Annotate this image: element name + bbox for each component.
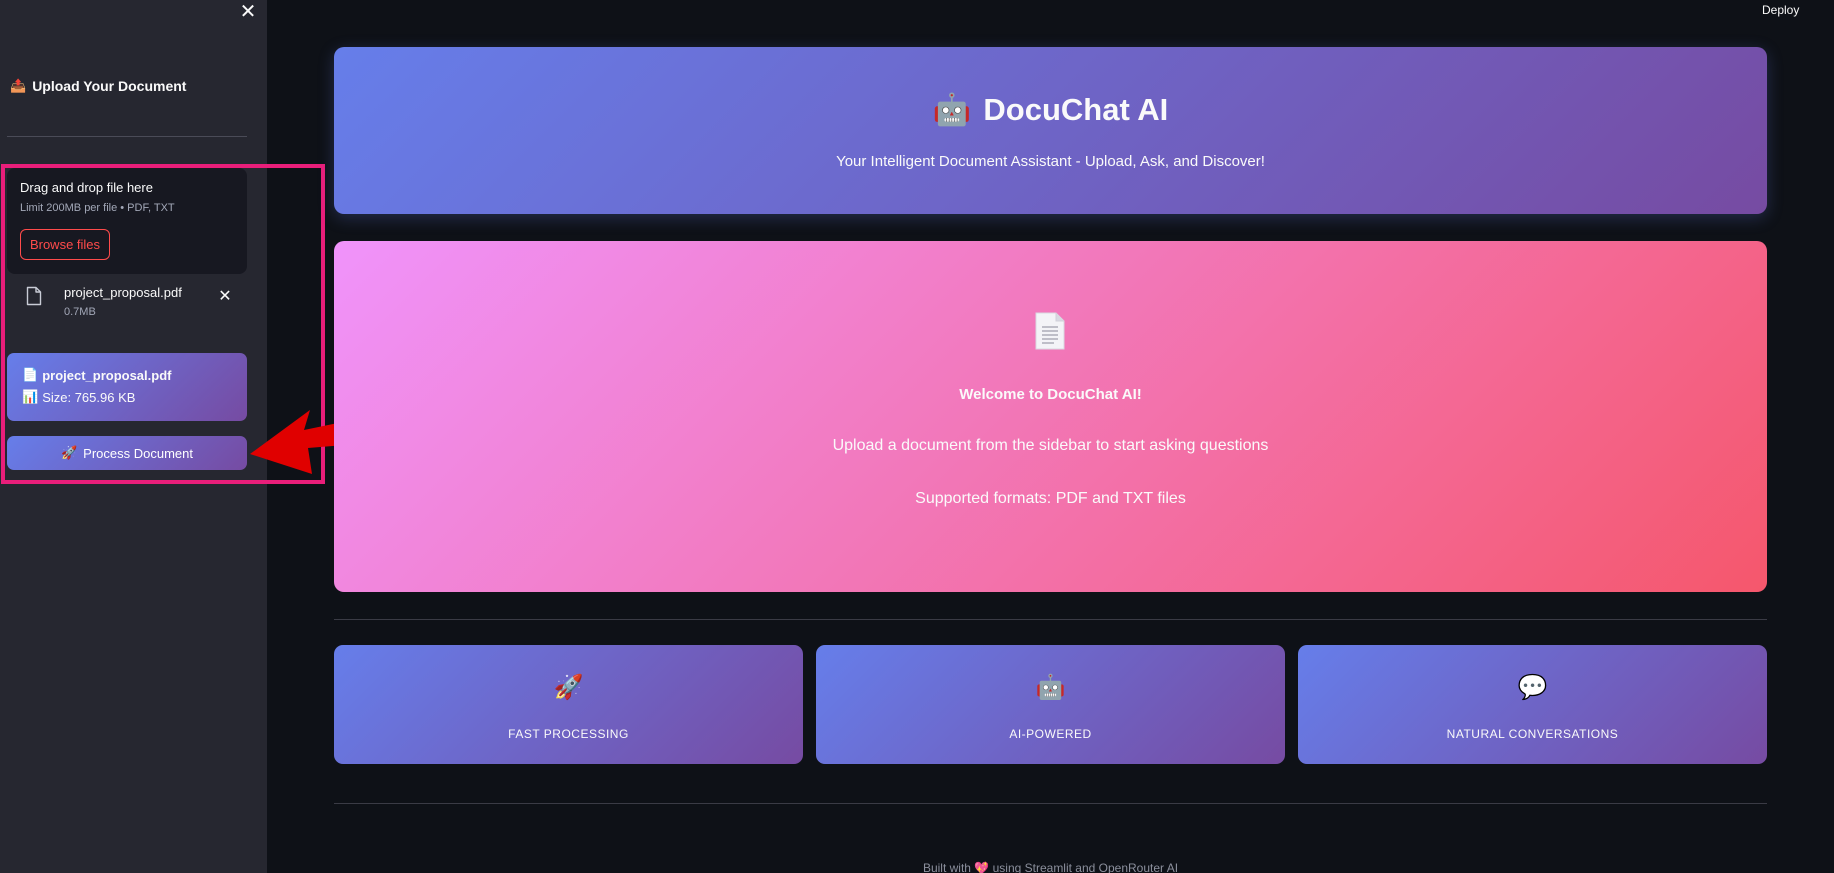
browse-files-button[interactable]: Browse files bbox=[20, 229, 110, 260]
feature-label: NATURAL CONVERSATIONS bbox=[1446, 727, 1619, 741]
hero-title: 🤖 DocuChat AI bbox=[334, 91, 1767, 128]
file-icon bbox=[26, 286, 42, 306]
remove-file-icon[interactable]: ✕ bbox=[216, 288, 234, 306]
footer-divider bbox=[334, 803, 1767, 804]
dropzone-title: Drag and drop file here bbox=[20, 180, 153, 195]
footer-suffix: using Streamlit and OpenRouter AI bbox=[992, 861, 1179, 873]
hero-title-text: DocuChat AI bbox=[983, 91, 1169, 127]
process-document-label: Process Document bbox=[83, 445, 193, 461]
section-divider bbox=[334, 619, 1767, 620]
heart-icon: 💖 bbox=[974, 861, 990, 873]
robot-icon: 🤖 bbox=[1035, 674, 1066, 701]
file-dropzone[interactable]: Drag and drop file here Limit 200MB per … bbox=[7, 168, 247, 274]
file-info-size: 📊 Size: 765.96 KB bbox=[22, 389, 135, 405]
hero-subtitle: Your Intelligent Document Assistant - Up… bbox=[836, 153, 1265, 170]
bar-chart-icon: 📊 bbox=[22, 389, 39, 404]
sidebar: ✕ 📤 Upload Your Document Drag and drop f… bbox=[0, 0, 267, 873]
speech-bubble-icon: 💬 bbox=[1517, 674, 1548, 701]
welcome-card: Welcome to DocuChat AI! Upload a documen… bbox=[334, 241, 1767, 592]
rocket-icon: 🚀 bbox=[553, 674, 584, 701]
welcome-instruction: Upload a document from the sidebar to st… bbox=[832, 437, 1269, 454]
feature-label: FAST PROCESSING bbox=[508, 727, 629, 741]
file-info-name: 📄 project_proposal.pdf bbox=[22, 367, 171, 383]
welcome-title: Welcome to DocuChat AI! bbox=[959, 386, 1142, 403]
file-info-size-text: Size: 765.96 KB bbox=[42, 389, 136, 405]
sidebar-title: 📤 Upload Your Document bbox=[10, 78, 186, 94]
uploaded-file-name: project_proposal.pdf bbox=[64, 285, 182, 300]
feature-card-ai-powered: 🤖 AI-POWERED bbox=[816, 645, 1285, 764]
feature-label: AI-POWERED bbox=[1009, 727, 1092, 741]
process-document-button[interactable]: 🚀 Process Document bbox=[7, 436, 247, 470]
page-icon: 📄 bbox=[22, 367, 39, 382]
dropzone-limit: Limit 200MB per file • PDF, TXT bbox=[20, 202, 175, 214]
file-info-card: 📄 project_proposal.pdf 📊 Size: 765.96 KB bbox=[7, 353, 247, 421]
uploaded-file-row: project_proposal.pdf 0.7MB ✕ bbox=[7, 276, 247, 322]
sidebar-divider bbox=[7, 136, 247, 137]
welcome-formats: Supported formats: PDF and TXT files bbox=[915, 490, 1186, 507]
document-icon bbox=[1035, 312, 1065, 350]
robot-icon: 🤖 bbox=[932, 92, 972, 127]
file-info-name-text: project_proposal.pdf bbox=[42, 367, 172, 383]
sidebar-title-text: Upload Your Document bbox=[32, 78, 187, 94]
rocket-icon: 🚀 bbox=[60, 445, 78, 460]
deploy-button[interactable]: Deploy bbox=[1762, 3, 1799, 17]
footer-prefix: Built with bbox=[922, 861, 971, 873]
footer: Built with 💖 using Streamlit and OpenRou… bbox=[0, 861, 1834, 873]
sidebar-close-icon[interactable]: ✕ bbox=[237, 1, 259, 23]
feature-card-fast-processing: 🚀 FAST PROCESSING bbox=[334, 645, 803, 764]
feature-card-natural-conversations: 💬 NATURAL CONVERSATIONS bbox=[1298, 645, 1767, 764]
uploaded-file-size: 0.7MB bbox=[64, 306, 96, 318]
hero-banner: 🤖 DocuChat AI Your Intelligent Document … bbox=[334, 47, 1767, 214]
outbox-icon: 📤 bbox=[10, 78, 27, 93]
